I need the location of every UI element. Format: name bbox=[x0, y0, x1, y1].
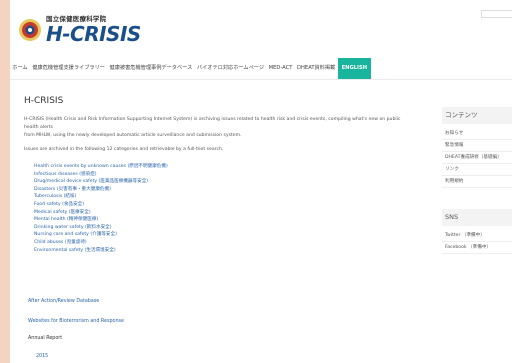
page: 国立保健医療科学院 H-CRISIS ホーム 健康危機管理支援ライブラリー 健康… bbox=[10, 0, 512, 363]
sidebar: コンテンツ お知らせ 緊急情報 DHEAT養成研修（基礎編） リンク 利用規約 … bbox=[442, 107, 512, 254]
category-link[interactable]: Nursing care and safety (介護等安全) bbox=[34, 231, 404, 239]
search-input[interactable] bbox=[481, 10, 512, 18]
contents-heading: コンテンツ bbox=[442, 107, 512, 124]
intro-text-line2: from MHLW, using the newly developed aut… bbox=[24, 133, 242, 138]
sidebar-item-links[interactable]: リンク bbox=[442, 164, 512, 176]
sidebar-item-dheat-training[interactable]: DHEAT養成研修（基礎編） bbox=[442, 152, 512, 164]
sidebar-item-terms[interactable]: 利用規約 bbox=[442, 176, 512, 188]
sidebar-item-news[interactable]: お知らせ bbox=[442, 128, 512, 140]
main-content: H-CRISIS H-CRISIS (Health Crisis and Ris… bbox=[24, 96, 404, 359]
year-2015-link[interactable]: 2015 bbox=[36, 354, 48, 359]
annual-report-heading: Annual Report bbox=[28, 336, 63, 341]
nav-home[interactable]: ホーム bbox=[10, 58, 30, 79]
intro-text-line1: H-CRISIS (Health Crisis and Risk Informa… bbox=[24, 117, 401, 130]
category-link[interactable]: Drug/medical device safety (医薬品医療機器等安全) bbox=[34, 178, 404, 186]
nav-dheat[interactable]: DHEAT資料掲載 bbox=[295, 58, 338, 79]
category-link[interactable]: Infectious diseases (感染症) bbox=[34, 171, 404, 179]
category-link[interactable]: Tuberculosis (結核) bbox=[34, 193, 404, 201]
sidebar-item-facebook[interactable]: Facebook （準備中） bbox=[442, 242, 512, 254]
category-link[interactable]: Environmental safety (生活環境安全) bbox=[34, 247, 404, 255]
sns-heading: SNS bbox=[442, 209, 512, 226]
main-nav: ホーム 健康危機管理支援ライブラリー 健康被害危機管理事例データベース バイオテ… bbox=[10, 58, 372, 79]
category-link[interactable]: Child abuses (児童虐待) bbox=[34, 239, 404, 247]
category-link[interactable]: Disasters (災害有事・重大健康危機) bbox=[34, 186, 404, 194]
nav-english[interactable]: ENGLISH bbox=[337, 58, 372, 79]
site-logo[interactable]: 国立保健医療科学院 H-CRISIS bbox=[18, 10, 141, 50]
aar-database-link[interactable]: After Action/Review Database bbox=[28, 299, 99, 304]
emblem-icon bbox=[18, 18, 42, 42]
nav-case-database[interactable]: 健康被害危機管理事例データベース bbox=[107, 58, 194, 79]
category-link[interactable]: Medical safety (医療安全) bbox=[34, 209, 404, 217]
sidebar-item-twitter[interactable]: Twitter （準備中） bbox=[442, 230, 512, 242]
nav-library[interactable]: 健康危機管理支援ライブラリー bbox=[30, 58, 107, 79]
category-link[interactable]: Drinking water safety (飲料水安全) bbox=[34, 224, 404, 232]
nav-med-act[interactable]: MED-ACT bbox=[266, 58, 294, 79]
page-title: H-CRISIS bbox=[24, 96, 64, 106]
category-link[interactable]: Health crisis events by unknown causes (… bbox=[34, 163, 404, 171]
sidebar-item-emergency[interactable]: 緊急情報 bbox=[442, 140, 512, 152]
categories-intro: Issues are archived in the following 12 … bbox=[24, 147, 224, 152]
nav-bioterror[interactable]: バイオテロ対応ホームページ bbox=[195, 58, 267, 79]
bioterrorism-websites-link[interactable]: Websites for Bioterrorism and Response bbox=[28, 319, 124, 324]
category-list: Health crisis events by unknown causes (… bbox=[34, 163, 404, 254]
nav-divider bbox=[10, 79, 512, 80]
wordmark: H-CRISIS bbox=[46, 21, 141, 46]
category-link[interactable]: Mental health (精神保健医療) bbox=[34, 216, 404, 224]
category-link[interactable]: Food safety (食品安全) bbox=[34, 201, 404, 209]
